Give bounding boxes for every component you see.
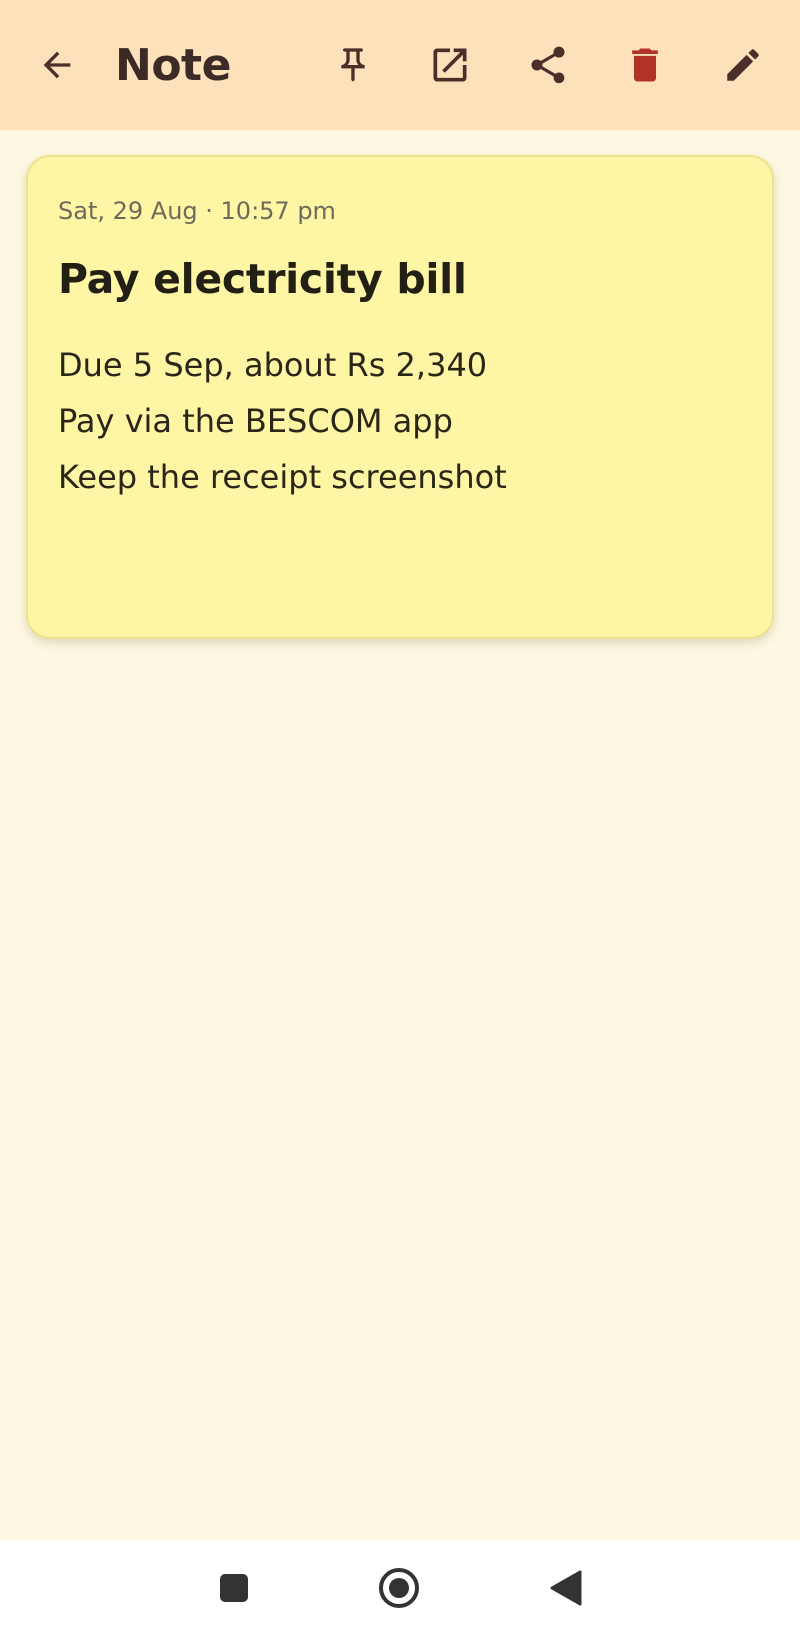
edit-button[interactable] (707, 29, 779, 101)
note-line: Keep the receipt screenshot (58, 458, 507, 496)
back-nav-button[interactable] (530, 1552, 602, 1624)
back-button[interactable] (21, 29, 93, 101)
arrow-left-icon (43, 51, 71, 79)
recents-button[interactable] (198, 1552, 270, 1624)
system-navigation-bar (0, 1540, 800, 1638)
share-button[interactable] (512, 29, 584, 101)
note-line: Due 5 Sep, about Rs 2,340 (58, 346, 488, 384)
top-app-bar: Note (0, 0, 800, 130)
circle-home-icon (379, 1568, 419, 1608)
home-button[interactable] (363, 1552, 435, 1624)
delete-button[interactable] (609, 29, 681, 101)
pin-icon (341, 48, 365, 82)
open-external-icon (433, 48, 467, 82)
pencil-icon (727, 49, 759, 81)
pin-button[interactable] (317, 29, 389, 101)
page-title: Note (115, 40, 231, 91)
note-card[interactable]: Sat, 29 Aug · 10:57 pm Pay electricity b… (26, 155, 774, 639)
triangle-back-icon (550, 1570, 582, 1606)
note-body: Due 5 Sep, about Rs 2,340 Pay via the BE… (58, 337, 507, 505)
open-externally-button[interactable] (414, 29, 486, 101)
note-title: Pay electricity bill (58, 255, 467, 303)
note-timestamp: Sat, 29 Aug · 10:57 pm (58, 197, 336, 225)
square-recents-icon (220, 1574, 248, 1602)
trash-icon (632, 48, 658, 82)
note-line: Pay via the BESCOM app (58, 402, 453, 440)
share-icon (531, 46, 565, 84)
